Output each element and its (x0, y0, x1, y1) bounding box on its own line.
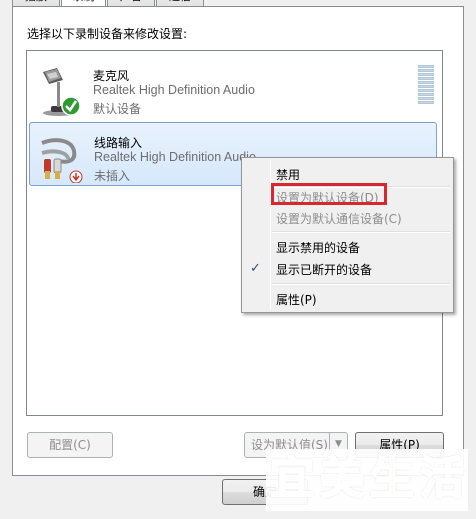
microphone-icon (43, 68, 81, 116)
watermark-logo: 宜 美 生 活 (266, 449, 468, 511)
device-driver: Realtek High Definition Audio (94, 150, 256, 164)
device-status: 默认设备 (93, 102, 142, 116)
configure-button[interactable]: 配置(C) (27, 432, 113, 458)
watermark-char: 美 (319, 452, 365, 505)
device-status: 未插入 (94, 169, 131, 183)
menu-item-show-disconnected[interactable]: 显示已断开的设备 (276, 261, 372, 278)
checkmark-icon: ✓ (250, 261, 261, 276)
level-meter (418, 65, 434, 108)
menu-item-properties[interactable]: 属性(P) (276, 291, 317, 308)
watermark-char: 生 (369, 452, 415, 505)
menu-separator (272, 283, 450, 285)
device-row-microphone[interactable]: 麦克风 Realtek High Definition Audio 默认设备 (29, 56, 437, 120)
check-badge-icon (61, 96, 81, 116)
menu-item-disable[interactable]: 禁用 (276, 166, 300, 183)
menu-item-set-default-comm[interactable]: 设置为默认通信设备(C) (276, 210, 402, 227)
menu-item-show-disabled[interactable]: 显示禁用的设备 (276, 239, 360, 256)
device-driver: Realtek High Definition Audio (93, 83, 255, 97)
line-in-cable-icon (41, 138, 83, 183)
watermark-char: 活 (419, 452, 465, 505)
device-name: 线路输入 (94, 136, 143, 150)
watermark-char: 宜 (269, 452, 315, 505)
context-menu: 禁用 设置为默认设备(D) 设置为默认通信设备(C) 显示禁用的设备 ✓ 显示已… (241, 157, 454, 313)
annotation-highlight-box (271, 183, 387, 205)
menu-separator (272, 231, 450, 233)
device-name: 麦克风 (93, 69, 130, 83)
instruction-text: 选择以下录制设备来修改设置: (27, 27, 188, 41)
